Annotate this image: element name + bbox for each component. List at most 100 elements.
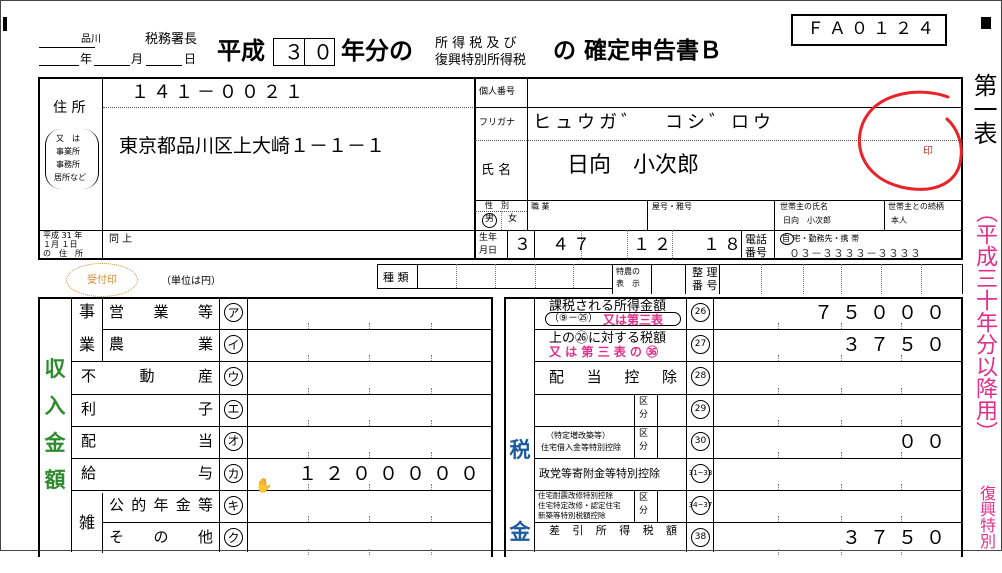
special-label-1: 特農の: [616, 267, 640, 276]
tax-label-2: 金: [509, 520, 531, 544]
red-annotation-circle: [857, 90, 963, 191]
address-sub-label-4: 居所など: [54, 173, 86, 182]
date-day-label: 日: [184, 52, 197, 66]
tax-row-code: 31~33: [689, 464, 712, 483]
business-label-1: 事: [79, 302, 96, 321]
registration-mark-right: [981, 17, 991, 29]
income-row-label: 営 業 等: [109, 303, 213, 321]
prev-address-label-1: 平成 31 年: [43, 231, 83, 240]
income-row-value-cell[interactable]: [248, 361, 492, 393]
address-sub-label-2: 事業所: [56, 147, 80, 156]
phone-types: 自 宅・勤務先・携 帯: [782, 234, 860, 243]
year-suffix: 年分の: [341, 37, 413, 65]
tax-kubun-divider: [657, 393, 658, 426]
tax-type-line1: 所 得 税 及 び: [435, 36, 517, 51]
tax-row-sub: 住宅借入金等特別控除: [541, 442, 621, 452]
date-year-label: 年: [80, 52, 93, 66]
era-label: 平成: [217, 37, 265, 65]
tax-section-label: 税 金: [507, 409, 533, 573]
birth-label-2: 月日: [479, 246, 498, 256]
income-row-label: 配 当: [81, 431, 213, 450]
income-row-value: １２０００００: [297, 463, 487, 485]
trade-label: 屋号・雅号: [652, 202, 692, 211]
side-note-2-text: 復興特別: [977, 485, 996, 549]
address-sub-label-1: 又 は: [56, 134, 80, 143]
tax-row-value-cell[interactable]: [714, 458, 962, 490]
income-label-1: 収: [44, 357, 66, 381]
sex-label: 性 別: [485, 201, 509, 210]
hand-cursor-icon: ✋: [255, 478, 273, 494]
income-row-value-cell[interactable]: [248, 426, 492, 458]
job-label: 職 業: [531, 202, 550, 211]
sex-female: 女: [508, 214, 518, 224]
ref-label-1: 整 理: [692, 266, 718, 279]
tax-row-value-cell[interactable]: [714, 394, 962, 426]
tax-kubun-divider: [634, 490, 635, 523]
postal-code: １４１－００２１: [131, 82, 307, 103]
relation-label: 世帯主との続柄: [888, 202, 944, 211]
tax-row-label: 政党等寄附金等特別控除: [539, 467, 660, 480]
received-stamp: 受付印: [87, 275, 117, 286]
tax-row-label: 住宅耐震改修特別控除: [538, 491, 613, 501]
income-row-code: エ: [224, 399, 243, 419]
tax-kubun-label: 区: [639, 493, 649, 504]
tax-row-value: ００: [897, 430, 954, 453]
income-row-tick: [431, 548, 432, 555]
tax-kubun-label: 区: [639, 396, 649, 407]
tax-type-line2: 復興特別所得税: [435, 53, 527, 68]
householder-label: 世帯主の氏名: [780, 202, 828, 211]
income-row-value-cell[interactable]: [248, 490, 492, 522]
phone-value: ０３－３３３３－３３３３: [789, 247, 921, 260]
side-note-2: 復興特別: [975, 485, 1001, 549]
form-title: の 確定申告書Ｂ: [553, 38, 723, 64]
kind-label: 種 類: [383, 271, 409, 284]
tax-kubun-label: 分: [639, 409, 649, 420]
income-row-value-cell[interactable]: [248, 522, 492, 554]
tax-kubun-divider: [657, 425, 658, 458]
prev-address-value: 同 上: [109, 234, 133, 245]
tax-row-tick: [901, 548, 902, 555]
prev-address-label-3: の 住 所: [43, 249, 83, 258]
income-section-label: 収 入 金 額: [41, 351, 69, 499]
income-row-code: ア: [224, 303, 243, 322]
personal-number-label: 個人番号: [479, 87, 516, 97]
tax-kubun-divider: [634, 393, 635, 426]
income-row-code: カ: [224, 464, 243, 483]
householder-value: 日向 小次郎: [783, 216, 831, 225]
special-label-2: 表 示: [616, 279, 640, 288]
prev-address-label-2: １月 １日: [43, 240, 78, 249]
tax-kubun-label: 区: [639, 428, 649, 439]
tax-row-value: ３７５０: [841, 334, 954, 357]
income-row-value-cell[interactable]: [248, 329, 492, 361]
address-sub-labels: 又 は 事業所 事務所 居所など: [45, 129, 99, 189]
unit-label: （単位は円）: [161, 276, 221, 287]
tax-row-label: 配 当 控 除: [549, 368, 677, 387]
tax-return-form: 品川 税務署長 年 月 日 平成 ３０ 年分の 所 得 税 及 び 復興特別所得…: [0, 0, 1002, 557]
tax-kubun-label: 分: [639, 441, 649, 452]
tax-row-sub: 住宅特定改修・認定住宅: [538, 501, 621, 511]
ref-label-2: 番 号: [692, 279, 718, 292]
furigana-value: ヒュウガ゛ コシ゛ロウ: [533, 112, 775, 133]
tax-row-bracket: [545, 312, 681, 326]
form-code: ＦＡ０１２４: [807, 19, 939, 39]
tax-row-value-cell[interactable]: [714, 490, 962, 522]
sex-male: 男: [485, 214, 495, 224]
tax-row-note: 又 は 第 三 表 の ㊱: [549, 345, 659, 360]
registration-mark-left: [3, 17, 7, 31]
address-value: 東京都品川区上大崎１－１－１: [119, 135, 386, 157]
income-row-value-cell[interactable]: [248, 297, 492, 329]
tax-row-value-cell[interactable]: [714, 361, 962, 393]
tax-row-tick: [778, 548, 779, 555]
income-row-label: 不 動 産: [81, 367, 213, 386]
income-row-tick: [369, 548, 370, 555]
tax-kubun-divider: [634, 425, 635, 458]
phone-label-1: 電話: [745, 233, 767, 246]
birth-era: ３: [514, 235, 531, 255]
birth-label-1: 生年: [479, 233, 498, 243]
income-row-value-cell[interactable]: [248, 394, 492, 426]
birth-day: １８: [703, 235, 745, 255]
misc-label: 雑: [79, 513, 96, 532]
year-value: ３０: [284, 40, 342, 64]
sheet-label: 第一表: [967, 73, 1002, 145]
income-row-label: 給 与: [81, 464, 213, 482]
